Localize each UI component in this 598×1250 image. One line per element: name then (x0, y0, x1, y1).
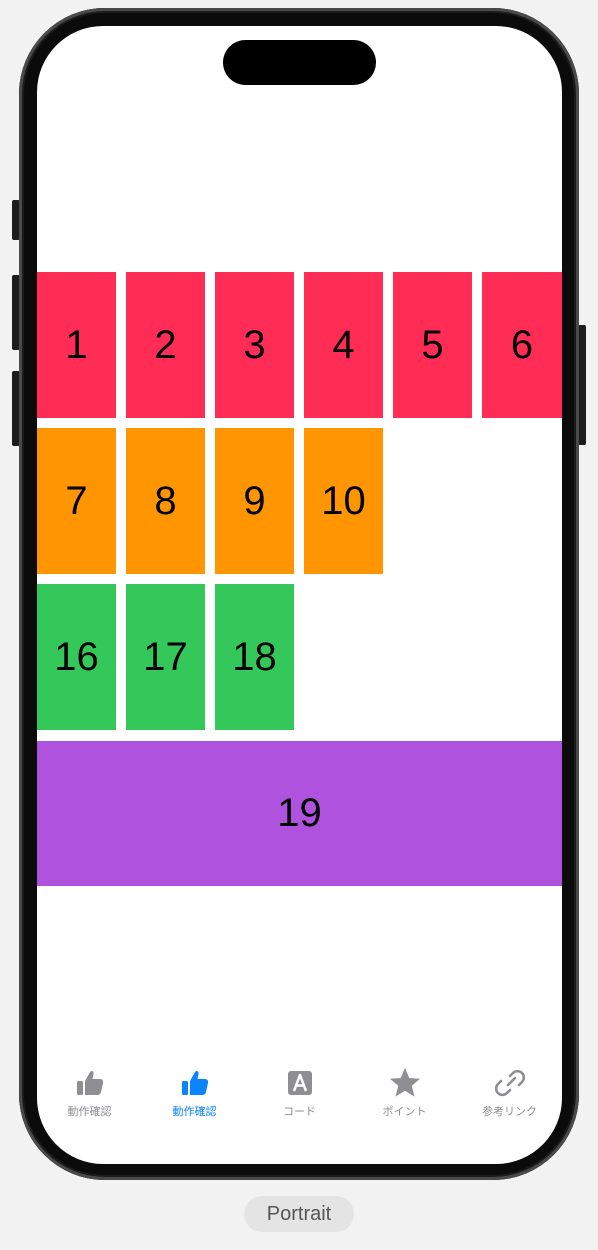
grid-tile-1: 1 (37, 272, 116, 418)
tab-bar: 動作確認 動作確認 コード ポイント 参考リンク (37, 1066, 562, 1126)
tab-label: 動作確認 (172, 1105, 217, 1118)
grid-tile-5: 5 (393, 272, 472, 418)
tab-label: コード (283, 1105, 316, 1118)
letter-a-square-icon (283, 1066, 317, 1100)
tab-dousa-kakunin-1[interactable]: 動作確認 (37, 1066, 142, 1126)
power-button (578, 325, 586, 445)
grid-tile-9: 9 (215, 428, 294, 574)
dynamic-island (223, 40, 376, 85)
grid-tile-7: 7 (37, 428, 116, 574)
tab-label: 参考リンク (482, 1105, 537, 1118)
grid-tile-19: 19 (37, 741, 562, 886)
tab-point[interactable]: ポイント (352, 1066, 457, 1126)
tab-label: ポイント (382, 1105, 427, 1118)
grid-tile-3: 3 (215, 272, 294, 418)
tab-code[interactable]: コード (247, 1066, 352, 1126)
grid-tile-2: 2 (126, 272, 205, 418)
grid-tile-10: 10 (304, 428, 383, 574)
phone-screen: 1 2 3 4 5 6 7 8 9 10 16 17 18 19 動作確認 動作… (37, 26, 562, 1164)
link-icon (493, 1066, 527, 1100)
tab-label: 動作確認 (67, 1105, 112, 1118)
grid-tile-8: 8 (126, 428, 205, 574)
thumbs-up-icon (73, 1066, 107, 1100)
star-icon (388, 1066, 422, 1100)
grid-tile-17: 17 (126, 584, 205, 730)
grid-tile-18: 18 (215, 584, 294, 730)
grid-tile-4: 4 (304, 272, 383, 418)
grid-tile-6: 6 (482, 272, 562, 418)
grid-tile-16: 16 (37, 584, 116, 730)
orientation-pill[interactable]: Portrait (244, 1196, 354, 1232)
thumbs-up-icon (178, 1066, 212, 1100)
tab-sanko-link[interactable]: 参考リンク (457, 1066, 562, 1126)
tab-dousa-kakunin-2[interactable]: 動作確認 (142, 1066, 247, 1126)
simulator-stage: 1 2 3 4 5 6 7 8 9 10 16 17 18 19 動作確認 動作… (0, 0, 598, 1250)
